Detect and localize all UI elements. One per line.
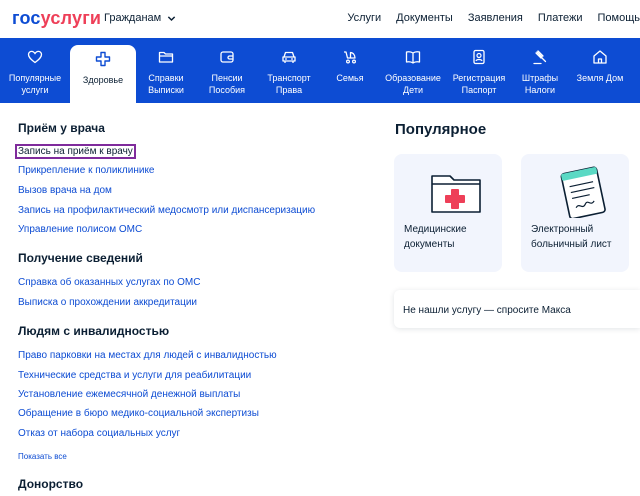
- book-icon: [405, 49, 421, 65]
- nav-help[interactable]: Помощь: [598, 12, 640, 24]
- car-icon: [281, 49, 297, 65]
- popular-title: Популярное: [395, 121, 487, 138]
- link-home-visit[interactable]: Вызов врача на дом: [18, 185, 112, 196]
- site-header: госуслуги Гражданам Услуги Документы Зая…: [0, 0, 640, 38]
- link-parking-rights[interactable]: Право парковки на местах для людей с инв…: [18, 350, 277, 361]
- gavel-icon: [532, 49, 548, 65]
- house-icon: [592, 49, 608, 65]
- category-bar: Популярные услуги Здоровье Справки Выпис…: [0, 38, 640, 103]
- category-certificates[interactable]: Справки Выписки: [136, 38, 196, 103]
- sick-leave-illustration: [560, 166, 606, 218]
- card-label: Электронный больничный лист: [531, 224, 612, 250]
- category-land-house[interactable]: Земля Дом: [568, 38, 632, 103]
- wallet-icon: [219, 49, 235, 65]
- link-checkup[interactable]: Запись на профилактический медосмотр или…: [18, 205, 315, 216]
- card-label: Медицинские документы: [404, 224, 467, 250]
- category-fines[interactable]: Штрафы Налоги: [512, 38, 568, 103]
- category-popular[interactable]: Популярные услуги: [0, 38, 70, 103]
- section-title-doctor: Приём у врача: [18, 121, 105, 135]
- ask-max-banner[interactable]: Не нашли услугу — спросите Макса: [394, 290, 640, 328]
- medical-cross-icon: [95, 51, 111, 67]
- link-mse-bureau[interactable]: Обращение в бюро медико-социальной экспе…: [18, 408, 259, 419]
- section-title-donor: Донорство: [18, 477, 84, 491]
- audience-selector[interactable]: Гражданам: [104, 12, 176, 24]
- section-title-disability: Людям с инвалидностью: [18, 324, 170, 338]
- stroller-icon: [342, 49, 358, 65]
- link-oms-policy[interactable]: Управление полисом ОМС: [18, 224, 142, 235]
- link-clinic-attachment[interactable]: Прикрепление к поликлинике: [18, 165, 155, 176]
- link-oms-services-certificate[interactable]: Справка об оказанных услугах по ОМС: [18, 277, 200, 288]
- link-refuse-social-services[interactable]: Отказ от набора социальных услуг: [18, 428, 180, 439]
- chevron-down-icon: [168, 15, 176, 21]
- category-registration[interactable]: Регистрация Паспорт: [446, 38, 512, 103]
- link-rehab-equipment[interactable]: Технические средства и услуги для реабил…: [18, 370, 251, 381]
- category-health[interactable]: Здоровье: [70, 45, 136, 103]
- id-card-icon: [471, 49, 487, 65]
- section-title-info: Получение сведений: [18, 251, 143, 265]
- show-all-link[interactable]: Показать все: [18, 452, 67, 461]
- link-monthly-payment[interactable]: Установление ежемесячной денежной выплат…: [18, 389, 240, 400]
- nav-services[interactable]: Услуги: [347, 12, 381, 24]
- link-accreditation-extract[interactable]: Выписка о прохождении аккредитации: [18, 297, 197, 308]
- medical-folder-illustration: [431, 175, 481, 213]
- card-sick-leave[interactable]: Электронный больничный лист: [521, 154, 629, 272]
- folder-icon: [158, 49, 174, 65]
- category-transport[interactable]: Транспорт Права: [258, 38, 320, 103]
- top-navigation: Услуги Документы Заявления Платежи Помощ…: [347, 12, 640, 24]
- category-education[interactable]: Образование Дети: [380, 38, 446, 103]
- nav-payments[interactable]: Платежи: [538, 12, 583, 24]
- card-medical-documents[interactable]: Медицинские документы: [394, 154, 502, 272]
- gosuslugi-logo[interactable]: госуслуги: [12, 8, 101, 29]
- nav-applications[interactable]: Заявления: [468, 12, 523, 24]
- category-pensions[interactable]: Пенсии Пособия: [196, 38, 258, 103]
- nav-documents[interactable]: Документы: [396, 12, 453, 24]
- heart-icon: [27, 49, 43, 65]
- category-family[interactable]: Семья: [320, 38, 380, 103]
- link-doctor-appointment[interactable]: Запись на приём к врачу: [15, 144, 136, 159]
